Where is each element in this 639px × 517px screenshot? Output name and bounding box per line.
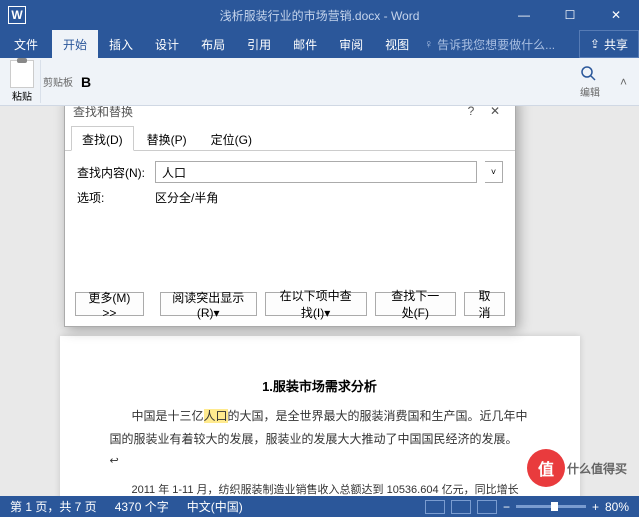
close-button[interactable]: ✕ [593, 0, 639, 30]
cancel-button[interactable]: 取消 [464, 292, 505, 316]
view-tab[interactable]: 视图 [374, 30, 420, 58]
status-bar: 第 1 页，共 7 页 4370 个字 中文(中国) − + 80% [0, 496, 639, 517]
read-mode-button[interactable] [425, 500, 445, 514]
home-tab[interactable]: 开始 [52, 30, 98, 58]
maximize-button[interactable]: ☐ [547, 0, 593, 30]
references-tab[interactable]: 引用 [236, 30, 282, 58]
search-highlight: 人口 [204, 409, 228, 423]
share-button[interactable]: ⇪ 共享 [579, 30, 639, 58]
options-value: 区分全/半角 [155, 189, 218, 206]
clipboard-label: 剪贴板 [43, 74, 73, 89]
find-icon [580, 65, 596, 81]
zoom-slider[interactable] [516, 505, 586, 508]
doc-paragraph: 中国是十三亿人口的大国，是全世界最大的服装消费国和生产国。近几年中国的服装业有着… [110, 405, 530, 472]
find-next-button[interactable]: 查找下一处(F) [375, 292, 456, 316]
paste-label: 粘贴 [12, 88, 32, 103]
title-bar: W 浅析服装行业的市场营销.docx - Word — ☐ ✕ [0, 0, 639, 30]
design-tab[interactable]: 设计 [144, 30, 190, 58]
bold-button[interactable]: B [81, 74, 91, 90]
layout-tab[interactable]: 布局 [190, 30, 236, 58]
zoom-in-button[interactable]: + [592, 500, 599, 514]
zoom-level[interactable]: 80% [605, 500, 629, 514]
review-tab[interactable]: 审阅 [328, 30, 374, 58]
mailings-tab[interactable]: 邮件 [282, 30, 328, 58]
dialog-help-button[interactable]: ? [459, 106, 483, 118]
document-page: 1.服装市场需求分析 中国是十三亿人口的大国，是全世界最大的服装消费国和生产国。… [60, 336, 580, 496]
ribbon: 粘贴 剪贴板 B 编辑 ˄ [0, 58, 639, 106]
clipboard-group: 粘贴 [4, 60, 41, 103]
tell-me-search[interactable]: ♀ 告诉我您想要做什么... [424, 30, 555, 58]
lightbulb-icon: ♀ [424, 37, 433, 51]
word-count[interactable]: 4370 个字 [115, 498, 169, 515]
smzdm-watermark: 值 什么值得买 [527, 449, 627, 487]
reading-highlight-button[interactable]: 阅读突出显示(R)▾ [160, 292, 257, 316]
language-status[interactable]: 中文(中国) [187, 498, 243, 515]
more-button[interactable]: 更多(M) >> [75, 292, 144, 316]
options-label: 选项: [77, 189, 147, 206]
smzdm-logo-icon: 值 [527, 449, 565, 487]
dialog-close-button[interactable]: ✕ [483, 106, 507, 118]
find-content-label: 查找内容(N): [77, 164, 147, 181]
file-tab[interactable]: 文件 [0, 30, 52, 58]
ribbon-tabs: 文件 开始 插入 设计 布局 引用 邮件 审阅 视图 ♀ 告诉我您想要做什么..… [0, 30, 639, 58]
web-layout-button[interactable] [477, 500, 497, 514]
paste-icon[interactable] [10, 60, 34, 88]
editing-group[interactable]: 编辑 [570, 65, 610, 99]
document-title: 浅析服装行业的市场营销.docx - Word [220, 7, 420, 24]
doc-paragraph: 2011 年 1-11 月，纺织服装制造业销售收入总额达到 10536.604 … [110, 480, 530, 496]
word-app-icon: W [8, 6, 26, 24]
page-status[interactable]: 第 1 页，共 7 页 [10, 498, 97, 515]
goto-tab[interactable]: 定位(G) [200, 126, 263, 151]
print-layout-button[interactable] [451, 500, 471, 514]
collapse-ribbon-icon[interactable]: ˄ [612, 75, 635, 89]
doc-heading: 1.服装市场需求分析 [110, 376, 530, 395]
replace-tab[interactable]: 替换(P) [136, 126, 198, 151]
find-in-button[interactable]: 在以下项中查找(I)▾ [265, 292, 367, 316]
find-tab[interactable]: 查找(D) [71, 126, 134, 151]
find-replace-dialog: 查找和替换 ? ✕ 查找(D) 替换(P) 定位(G) 查找内容(N): ˅ 选… [64, 106, 516, 327]
find-history-dropdown[interactable]: ˅ [485, 161, 503, 183]
insert-tab[interactable]: 插入 [98, 30, 144, 58]
document-workspace: 查找和替换 ? ✕ 查找(D) 替换(P) 定位(G) 查找内容(N): ˅ 选… [0, 106, 639, 496]
share-icon: ⇪ [590, 37, 600, 51]
find-content-input[interactable] [155, 161, 477, 183]
minimize-button[interactable]: — [501, 0, 547, 30]
dialog-title: 查找和替换 [73, 106, 459, 120]
zoom-out-button[interactable]: − [503, 500, 510, 514]
